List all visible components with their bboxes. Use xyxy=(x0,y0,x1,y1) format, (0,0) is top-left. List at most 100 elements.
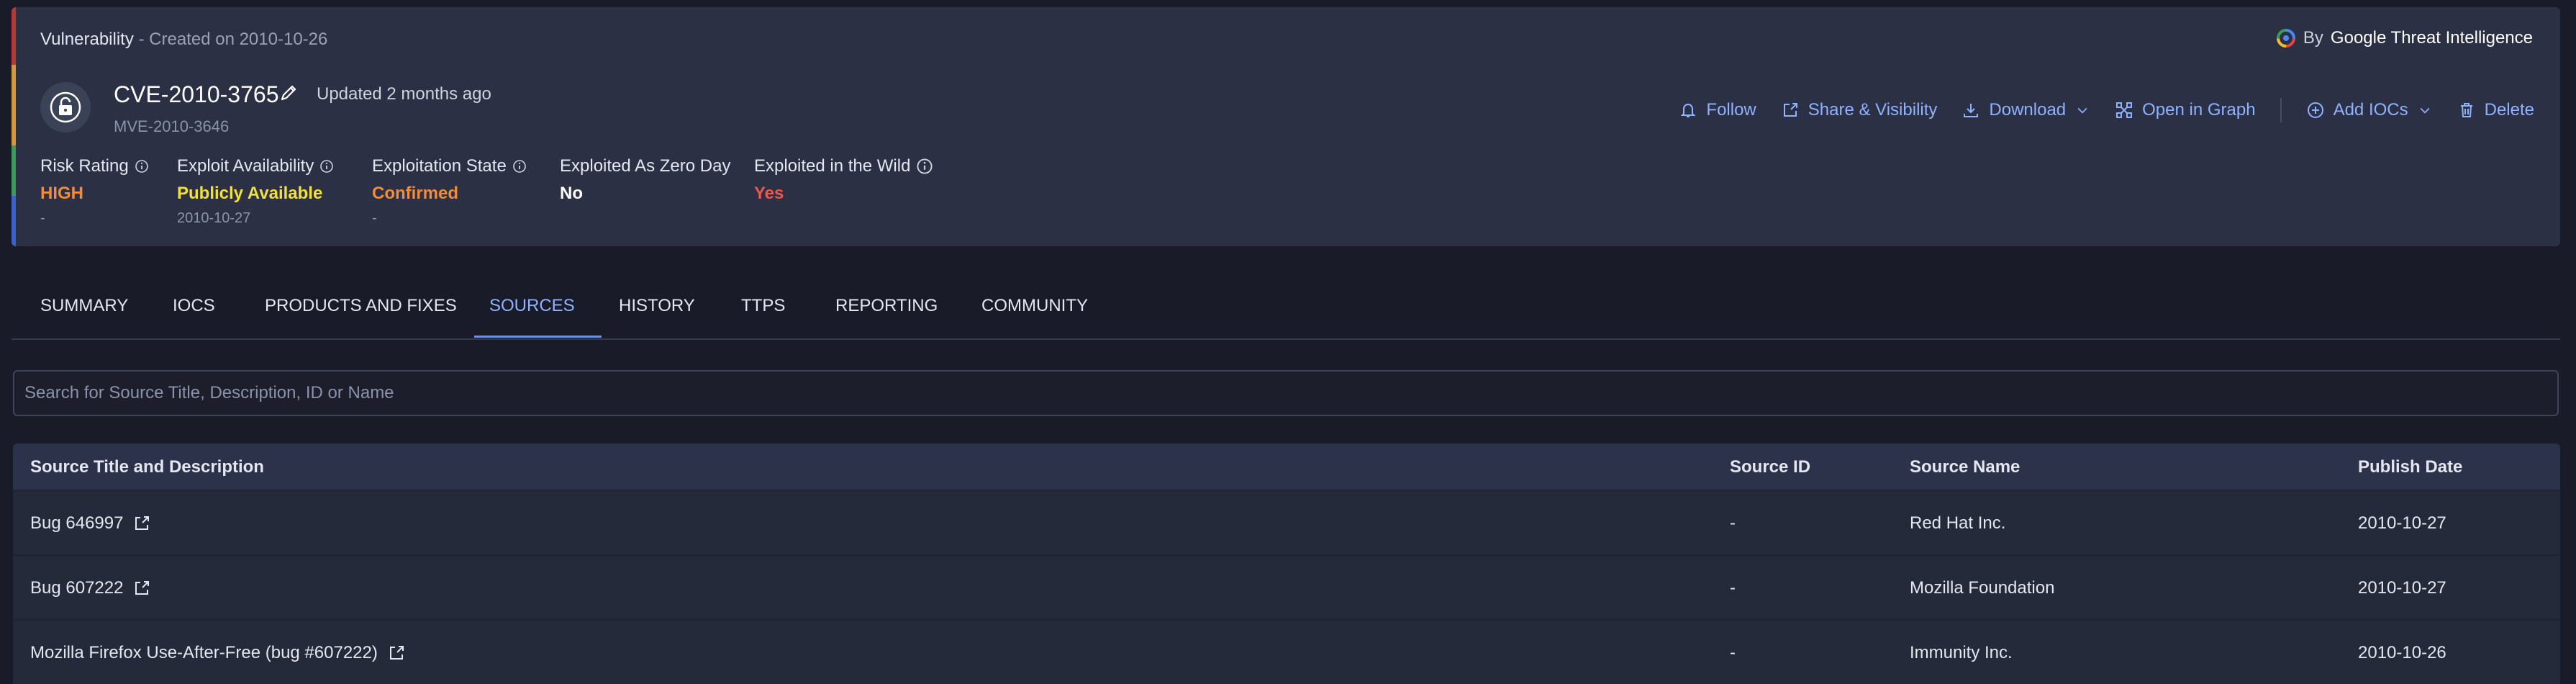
tab-products-and-fixes[interactable]: PRODUCTS AND FIXES xyxy=(265,295,457,317)
updated-time: Updated 2 months ago xyxy=(317,84,491,104)
entity-type-label: Vulnerability xyxy=(40,30,134,49)
graph-icon xyxy=(2116,102,2133,118)
tab-community[interactable]: COMMUNITY xyxy=(981,295,1088,317)
actions-divider xyxy=(2280,98,2282,122)
tab-summary[interactable]: SUMMARY xyxy=(40,295,128,317)
tab-iocs[interactable]: IOCS xyxy=(173,295,215,317)
tab-sources[interactable]: SOURCES xyxy=(489,295,575,317)
risk-rating-value: HIGH xyxy=(40,184,83,203)
download-icon xyxy=(1964,104,1979,117)
exploit-availability-value: Publicly Available xyxy=(177,184,323,203)
active-tab-underline xyxy=(474,336,602,338)
header-type-line: Vulnerability - Created on 2010-10-26 xyxy=(40,29,327,50)
publish-date-cell: 2010-10-26 xyxy=(2358,643,2446,662)
created-date: - Created on 2010-10-26 xyxy=(133,30,328,49)
metric-exploitation-state: Exploitation State Confirmed - xyxy=(372,156,527,228)
info-icon[interactable] xyxy=(319,159,334,174)
info-icon[interactable] xyxy=(916,158,933,175)
severity-stripe-green xyxy=(12,145,16,196)
add-iocs-button[interactable]: Add IOCs xyxy=(2306,100,2433,120)
by-name: Google Threat Intelligence xyxy=(2330,28,2533,48)
publish-date-cell: 2010-10-27 xyxy=(2358,513,2446,533)
sources-table: Source Title and Description Source ID S… xyxy=(13,444,2560,684)
source-title-link[interactable]: Bug 646997 xyxy=(30,513,123,534)
external-link-icon[interactable] xyxy=(133,515,150,532)
risk-rating-label: Risk Rating xyxy=(40,156,129,176)
table-row[interactable]: Bug 646997 - Red Hat Inc. 2010-10-27 xyxy=(13,490,2560,554)
share-visibility-button[interactable]: Share & Visibility xyxy=(1781,100,1938,120)
share-icon xyxy=(1783,103,1797,117)
source-name-cell: Immunity Inc. xyxy=(1910,643,2013,662)
col-source-id[interactable]: Source ID xyxy=(1730,456,1810,478)
source-title-cell: Bug 607222 xyxy=(30,577,150,599)
exploit-availability-date: 2010-10-27 xyxy=(177,210,251,226)
source-name-cell: Red Hat Inc. xyxy=(1910,513,2006,533)
zero-day-label: Exploited As Zero Day xyxy=(560,156,731,176)
follow-button[interactable]: Follow xyxy=(1679,100,1756,120)
open-graph-label: Open in Graph xyxy=(2142,100,2256,120)
chevron-down-icon xyxy=(2077,107,2087,114)
follow-label: Follow xyxy=(1706,100,1756,120)
col-publish-date[interactable]: Publish Date xyxy=(2358,456,2462,478)
gti-attribution: By Google Threat Intelligence xyxy=(2276,27,2533,49)
chevron-down-icon xyxy=(2420,107,2430,114)
severity-stripe-orange xyxy=(12,65,16,145)
pencil-icon[interactable] xyxy=(279,84,298,102)
sources-search-input[interactable] xyxy=(13,370,2559,416)
metric-exploited-zero-day: Exploited As Zero Day No xyxy=(560,156,730,204)
delete-button[interactable]: Delete xyxy=(2457,100,2534,120)
source-id-cell: - xyxy=(1730,643,1736,662)
unlocked-padlock-icon xyxy=(50,91,81,123)
vuln-avatar xyxy=(40,82,91,132)
table-row[interactable]: Mozilla Firefox Use-After-Free (bug #607… xyxy=(13,619,2560,684)
mve-id: MVE-2010-3646 xyxy=(114,117,230,135)
vulnerability-header-card: Vulnerability - Created on 2010-10-26 By… xyxy=(12,7,2560,246)
info-icon[interactable] xyxy=(512,159,527,174)
zero-day-value: No xyxy=(560,184,583,203)
exploited-wild-label: Exploited in the Wild xyxy=(754,156,911,176)
exploitation-state-sub: - xyxy=(372,210,377,226)
tab-bar: SUMMARY IOCS PRODUCTS AND FIXES SOURCES … xyxy=(12,274,2560,340)
download-button[interactable]: Download xyxy=(1962,100,2090,120)
download-label: Download xyxy=(1989,100,2067,120)
tab-history[interactable]: HISTORY xyxy=(619,295,695,317)
risk-rating-sub: - xyxy=(40,210,45,226)
add-iocs-label: Add IOCs xyxy=(2333,100,2408,120)
metric-risk-rating: Risk Rating HIGH - xyxy=(40,156,149,228)
info-icon[interactable] xyxy=(135,159,149,174)
source-title-link[interactable]: Mozilla Firefox Use-After-Free (bug #607… xyxy=(30,642,378,664)
exploited-wild-value: Yes xyxy=(754,184,784,203)
trash-icon xyxy=(2460,103,2472,117)
bell-icon xyxy=(1680,104,1696,117)
table-header: Source Title and Description Source ID S… xyxy=(13,444,2560,490)
plus-circle-icon xyxy=(2307,102,2323,118)
source-id-cell: - xyxy=(1730,578,1736,598)
source-name-cell: Mozilla Foundation xyxy=(1910,578,2055,598)
source-title-cell: Mozilla Firefox Use-After-Free (bug #607… xyxy=(30,642,405,664)
severity-stripe-blue xyxy=(12,196,16,246)
external-link-icon[interactable] xyxy=(133,580,150,597)
external-link-icon[interactable] xyxy=(388,644,405,662)
tab-ttps[interactable]: TTPS xyxy=(741,295,785,317)
metric-exploited-in-wild: Exploited in the Wild Yes xyxy=(754,156,933,204)
cve-id-title: CVE-2010-3765 xyxy=(114,81,279,107)
source-id-cell: - xyxy=(1730,513,1736,533)
publish-date-cell: 2010-10-27 xyxy=(2358,578,2446,598)
table-row[interactable]: Bug 607222 - Mozilla Foundation 2010-10-… xyxy=(13,554,2560,619)
severity-stripe-red xyxy=(12,7,16,65)
open-in-graph-button[interactable]: Open in Graph xyxy=(2115,100,2256,120)
by-prefix: By xyxy=(2303,28,2323,48)
header-actions: Follow Share & Visibility Download Open … xyxy=(1654,98,2534,122)
exploit-availability-label: Exploit Availability xyxy=(177,156,314,176)
source-title-cell: Bug 646997 xyxy=(30,513,150,534)
tab-reporting[interactable]: REPORTING xyxy=(835,295,938,317)
exploitation-state-value: Confirmed xyxy=(372,184,458,203)
source-title-link[interactable]: Bug 607222 xyxy=(30,577,123,599)
gti-logo-icon xyxy=(2276,29,2295,48)
col-source-title[interactable]: Source Title and Description xyxy=(30,456,264,478)
metric-exploit-availability: Exploit Availability Publicly Available … xyxy=(177,156,334,228)
exploitation-state-label: Exploitation State xyxy=(372,156,507,176)
delete-label: Delete xyxy=(2484,100,2534,120)
col-source-name[interactable]: Source Name xyxy=(1910,456,2020,478)
share-label: Share & Visibility xyxy=(1808,100,1938,120)
